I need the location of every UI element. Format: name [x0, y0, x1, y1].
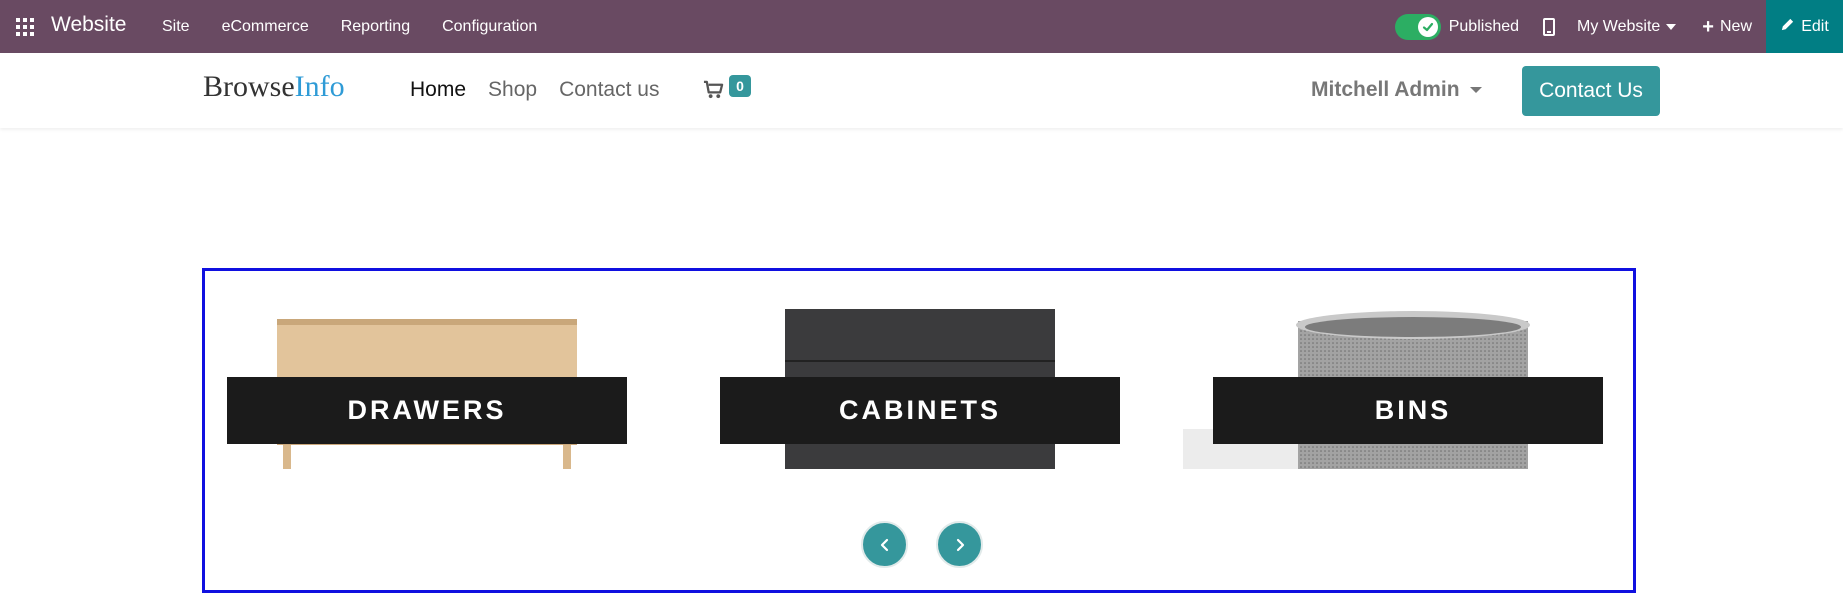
check-icon: [1417, 16, 1438, 37]
category-carousel: DRAWERS CABINETS BINS: [202, 268, 1636, 593]
cart-count-badge: 0: [729, 75, 751, 97]
new-button[interactable]: + New: [1702, 15, 1752, 38]
carousel-next-button[interactable]: [936, 521, 983, 568]
carousel-card-bins[interactable]: BINS: [1183, 309, 1603, 469]
carousel-caption: DRAWERS: [227, 377, 627, 444]
published-label: Published: [1448, 17, 1520, 35]
admin-topbar: Website Site eCommerce Reporting Configu…: [0, 0, 1843, 53]
site-logo[interactable]: BrowseInfo: [203, 70, 345, 104]
user-name: Mitchell Admin: [1311, 78, 1460, 101]
menu-item-ecommerce[interactable]: eCommerce: [222, 18, 309, 36]
logo-text-browse: Browse: [203, 70, 295, 103]
carousel-card-drawers[interactable]: DRAWERS: [227, 309, 647, 469]
logo-text-info: Info: [294, 70, 345, 103]
published-toggle[interactable]: [1394, 13, 1441, 40]
nav-contact-us[interactable]: Contact us: [559, 78, 659, 102]
carousel-prev-button[interactable]: [861, 521, 908, 568]
pencil-icon: [1780, 17, 1801, 37]
contact-us-button[interactable]: Contact Us: [1522, 66, 1660, 116]
chevron-left-icon: [880, 538, 888, 551]
edit-button-label: Edit: [1801, 17, 1829, 35]
website-selector[interactable]: My Website: [1577, 17, 1677, 36]
caret-down-icon: [1469, 87, 1482, 93]
menu-item-reporting[interactable]: Reporting: [341, 18, 410, 36]
site-header: BrowseInfo Home Shop Contact us 0 Mitche…: [0, 53, 1843, 128]
apps-grid-icon[interactable]: [16, 18, 34, 36]
shopping-cart-icon: [703, 80, 724, 104]
carousel-caption: BINS: [1213, 377, 1603, 444]
cart-link[interactable]: 0: [703, 75, 751, 105]
caret-down-icon: [1666, 23, 1677, 30]
carousel-caption: CABINETS: [720, 377, 1120, 444]
new-button-label: New: [1719, 17, 1752, 35]
nav-home[interactable]: Home: [410, 78, 466, 102]
nav-shop[interactable]: Shop: [488, 78, 537, 102]
carousel-card-cabinets[interactable]: CABINETS: [720, 309, 1140, 469]
plus-icon: +: [1702, 15, 1714, 38]
site-nav: Home Shop Contact us: [410, 78, 681, 102]
mobile-preview-icon[interactable]: [1543, 17, 1556, 36]
app-title[interactable]: Website: [51, 13, 126, 37]
website-selector-label: My Website: [1577, 17, 1661, 35]
admin-actions: Published My Website + New Edit: [1394, 0, 1843, 53]
admin-menu: Site eCommerce Reporting Configuration: [162, 0, 569, 53]
user-menu[interactable]: Mitchell Admin: [1311, 78, 1482, 102]
edit-button[interactable]: Edit: [1766, 0, 1843, 53]
menu-item-site[interactable]: Site: [162, 18, 190, 36]
chevron-right-icon: [956, 538, 964, 551]
menu-item-configuration[interactable]: Configuration: [442, 18, 537, 36]
